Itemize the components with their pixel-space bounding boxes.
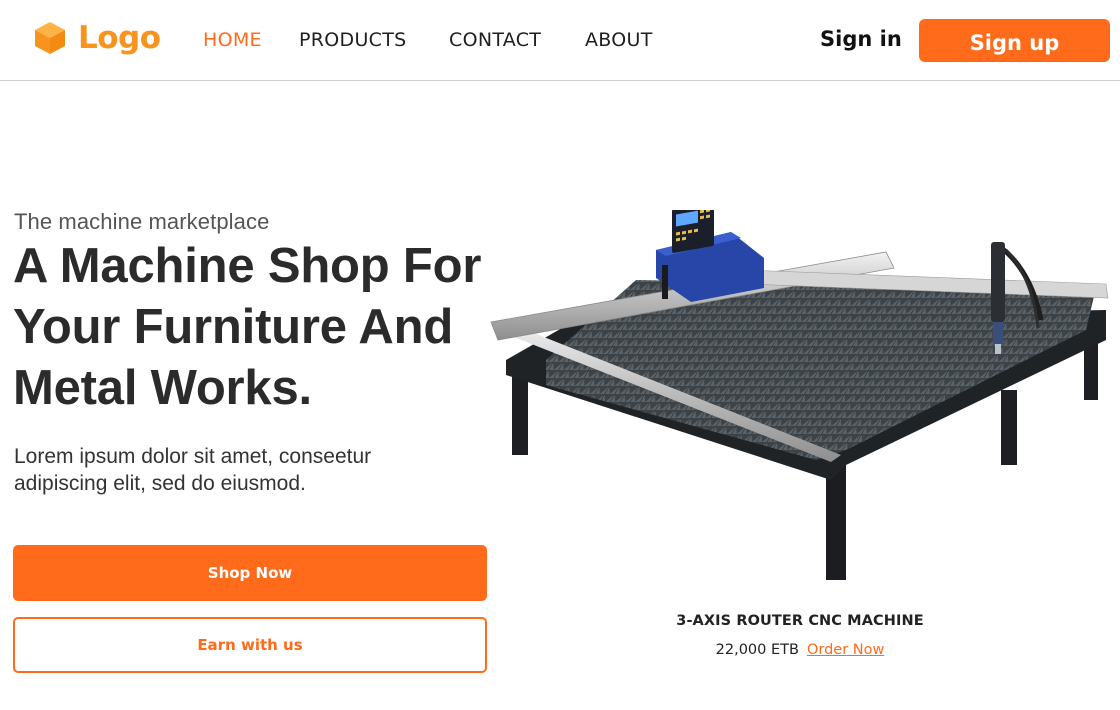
sign-up-button[interactable]: Sign up [919,19,1110,62]
nav-contact[interactable]: CONTACT [449,28,541,52]
headline-line-2: Your Furniture And [13,300,454,354]
nav-home[interactable]: HOME [203,28,262,52]
logo-text: Logo [78,19,161,56]
product-price: 22,000 ETB [715,642,799,658]
product-price-row: 22,000 ETB Order Now [600,640,1000,660]
product-name: 3-AXIS ROUTER CNC MACHINE [676,613,924,629]
order-now-link[interactable]: Order Now [807,642,884,658]
cube-icon [35,22,65,54]
subtext-line-1: Lorem ipsum dolor sit amet, conseetur [14,445,372,468]
hero-eyebrow: The machine marketplace [14,209,270,234]
site-header: Logo HOME PRODUCTS CONTACT ABOUT Sign in… [0,0,1120,81]
nav-about[interactable]: ABOUT [585,28,653,52]
logo[interactable]: Logo [33,20,161,56]
sign-in-link[interactable]: Sign in [820,26,902,52]
subtext-line-2: adipiscing elit, sed do eiusmod. [14,472,306,495]
hero-headline: A Machine Shop For Your Furniture And Me… [13,236,513,419]
control-box [656,210,764,302]
headline-line-3: Metal Works. [13,361,312,415]
hero-subtext: Lorem ipsum dolor sit amet, conseetur ad… [14,443,454,497]
shop-now-button[interactable]: Shop Now [13,545,487,601]
leg-front-right [1001,390,1017,465]
cnc-machine-image [490,210,1109,580]
nav-products[interactable]: PRODUCTS [299,28,406,52]
headline-line-1: A Machine Shop For [13,239,482,293]
earn-with-us-button[interactable]: Earn with us [13,617,487,673]
